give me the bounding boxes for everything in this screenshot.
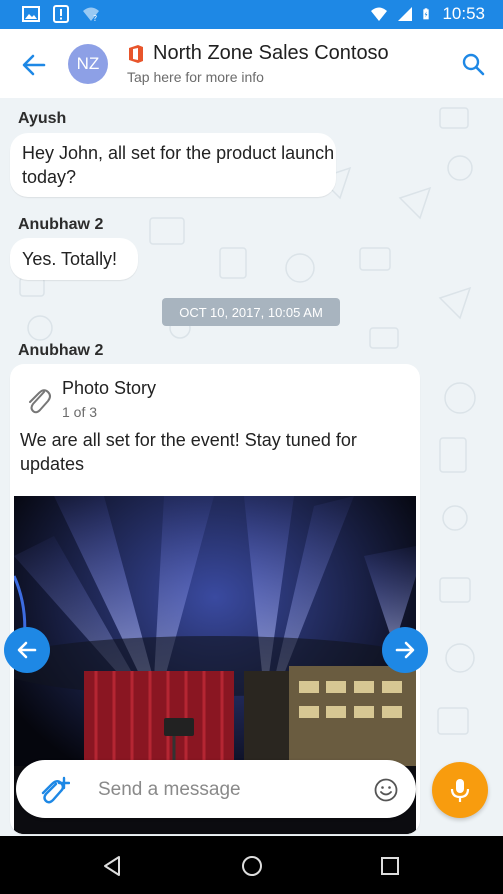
emoji-icon[interactable]: [374, 778, 398, 802]
paperclip-icon: [29, 389, 51, 414]
conversation-header[interactable]: North Zone Sales Contoso Tap here for mo…: [127, 42, 389, 85]
svg-text:?: ?: [93, 14, 97, 23]
message-sender: Anubhaw 2: [18, 342, 104, 359]
image-icon: [22, 6, 40, 22]
office-icon: [129, 44, 143, 63]
message-composer[interactable]: [16, 760, 416, 818]
android-nav-bar: [0, 836, 503, 894]
microphone-button[interactable]: [432, 762, 488, 818]
header-subtitle: Tap here for more info: [127, 69, 264, 85]
page-title: North Zone Sales Contoso: [153, 42, 389, 64]
card-text: We are all set for the event! Stay tuned…: [20, 430, 357, 474]
wifi-icon: [371, 7, 388, 21]
home-circle-icon[interactable]: [240, 854, 264, 878]
prev-photo-button[interactable]: [4, 627, 50, 673]
status-time: 10:53: [442, 4, 485, 23]
date-separator: OCT 10, 2017, 10:05 AM: [162, 298, 340, 326]
avatar-initials: NZ: [76, 54, 100, 73]
back-arrow-icon[interactable]: [20, 51, 48, 79]
message-input[interactable]: [96, 776, 360, 804]
back-triangle-icon[interactable]: [100, 854, 124, 878]
message-sender: Ayush: [18, 110, 67, 127]
alert-icon: [53, 5, 69, 23]
attach-plus-icon[interactable]: [38, 776, 70, 804]
wifi-question-icon: ?: [83, 7, 99, 23]
message-text: Hey John, all set for the product launch…: [22, 143, 335, 187]
message-bubble[interactable]: Yes. Totally!: [10, 238, 138, 280]
prev-arrow-icon: [17, 641, 37, 659]
next-photo-button[interactable]: [382, 627, 428, 673]
recents-square-icon[interactable]: [378, 854, 402, 878]
microphone-icon: [450, 779, 470, 802]
status-bar: ? 10:53: [0, 0, 503, 29]
message-sender: Anubhaw 2: [18, 216, 104, 233]
signal-icon: [398, 7, 413, 21]
message-bubble[interactable]: Hey John, all set for the product launch…: [10, 133, 336, 197]
card-page-count: 1 of 3: [62, 404, 98, 420]
chat-area[interactable]: Ayush Hey John, all set for the product …: [0, 98, 503, 835]
message-text: Yes. Totally!: [22, 249, 118, 269]
search-icon[interactable]: [461, 52, 485, 76]
next-arrow-icon: [395, 641, 415, 659]
card-title: Photo Story: [62, 378, 157, 398]
battery-charging-icon: [423, 8, 430, 20]
avatar[interactable]: NZ: [68, 44, 108, 84]
